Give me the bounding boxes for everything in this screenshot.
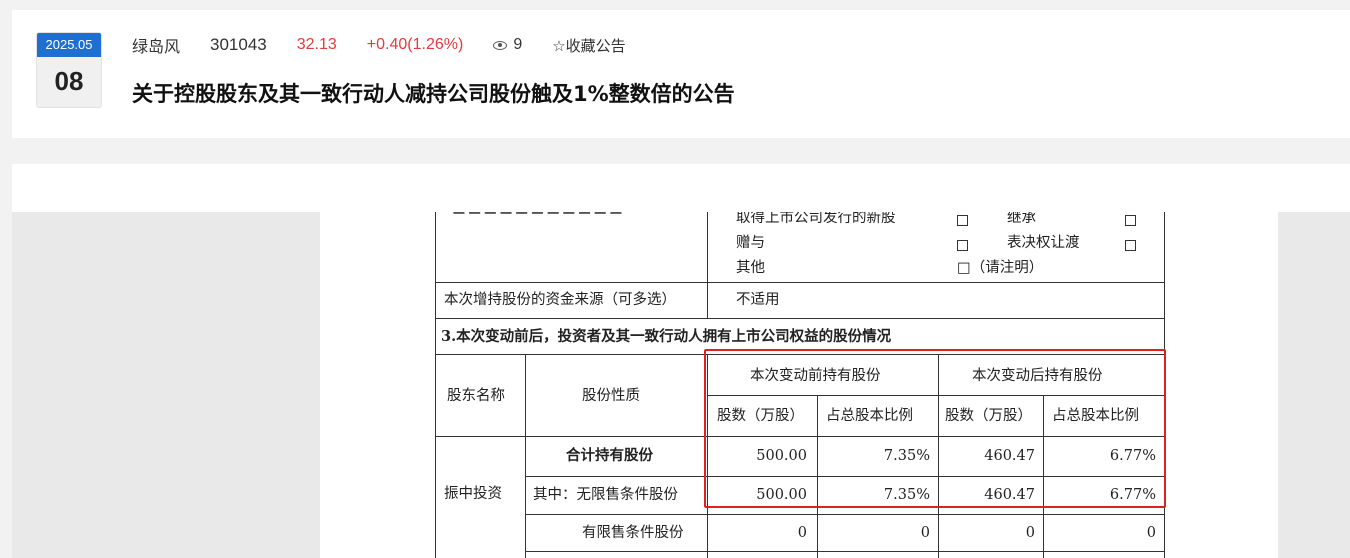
stock-name-link[interactable]: 绿岛风 [132, 33, 180, 57]
highlight-box [704, 349, 1166, 508]
checkbox-icon [957, 214, 968, 226]
date-day: 08 [54, 66, 84, 96]
option-vote-transfer: 表决权让渡 [1007, 235, 1080, 251]
stock-meta-row: 绿岛风 301043 32.13 +0.40(1.26%) 9 ☆收藏公告 [132, 34, 656, 56]
row-type: 有限售条件股份 [582, 525, 684, 541]
view-count: 9 [493, 36, 522, 54]
viewer-toolbar-area [12, 164, 1350, 212]
row-before-shares: 0 [797, 525, 807, 541]
pdf-viewer[interactable]: ▬▬▬▬▬▬▬▬▬▬▬ 取得上市公司发行的新股 继承 [12, 212, 1350, 558]
checkbox-icon [1125, 214, 1136, 226]
stock-price: 32.13 [296, 36, 337, 53]
announcement-header: 2025.05 08 绿岛风 301043 32.13 +0.40(1.26%)… [12, 10, 1350, 138]
document-content: ▬▬▬▬▬▬▬▬▬▬▬ 取得上市公司发行的新股 继承 [320, 212, 1278, 558]
option-inherit: 继承 [1007, 212, 1036, 226]
eye-icon [493, 40, 508, 50]
col-shareholder: 股东名称 [447, 388, 505, 404]
option-new-shares: 取得上市公司发行的新股 [736, 212, 896, 226]
view-count-value: 9 [513, 36, 523, 53]
date-badge: 2025.05 08 [36, 32, 102, 108]
row-type: 其中：无限售条件股份 [533, 487, 678, 503]
row-before-ratio: 0 [920, 525, 930, 541]
checkbox-icon [957, 239, 968, 251]
stock-code[interactable]: 301043 [210, 35, 267, 55]
section3-title: 3.本次变动前后，投资者及其一致行动人拥有上市公司权益的股份情况 [441, 328, 892, 345]
option-gift: 赠与 [736, 235, 765, 251]
row-type: 合计持有股份 [566, 447, 653, 464]
shareholder-name: 振中投资 [444, 486, 502, 502]
cutoff-text: ▬▬▬▬▬▬▬▬▬▬▬ [452, 212, 625, 220]
option-other: 其他 [736, 260, 765, 276]
option-specify: □（请注明） [957, 260, 1044, 276]
row-after-ratio: 0 [1146, 525, 1156, 541]
fund-source-value: 不适用 [736, 292, 780, 308]
col-share-type: 股份性质 [582, 388, 640, 404]
stock-change: +0.40(1.26%) [366, 36, 464, 53]
page-title: 关于控股股东及其一致行动人减持公司股份触及1%整数倍的公告 [132, 82, 735, 106]
favorite-button[interactable]: ☆收藏公告 [552, 35, 625, 56]
pdf-page: ▬▬▬▬▬▬▬▬▬▬▬ 取得上市公司发行的新股 继承 [320, 212, 1278, 558]
row-after-shares: 0 [1025, 525, 1035, 541]
checkbox-icon [1125, 239, 1136, 251]
date-month: 2025.05 [37, 33, 101, 57]
fund-source-label: 本次增持股份的资金来源（可多选） [444, 292, 676, 308]
